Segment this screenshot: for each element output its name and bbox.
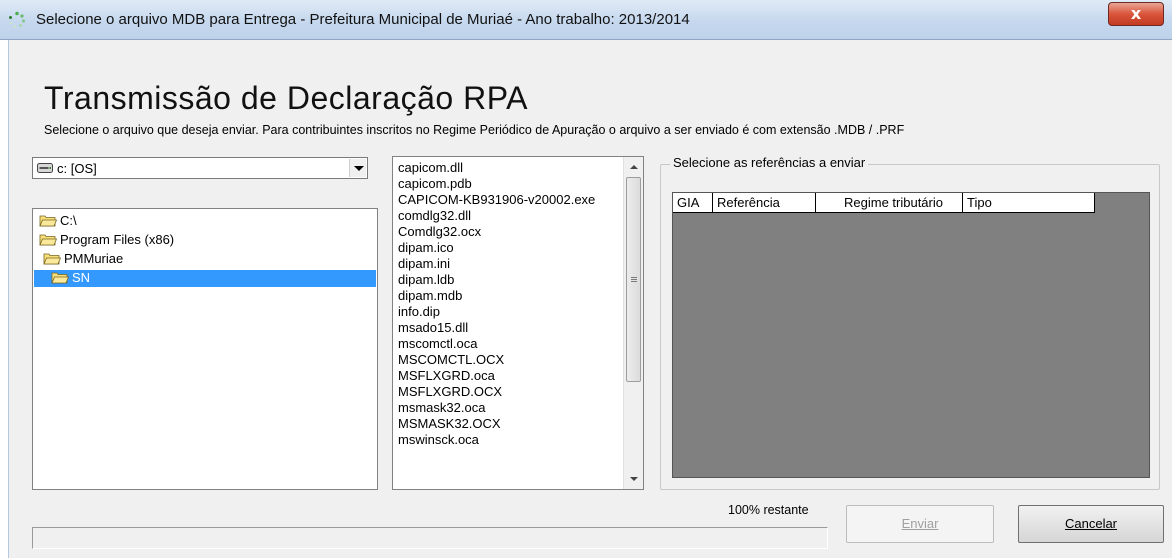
column-header-regime[interactable]: Regime tributário xyxy=(816,193,963,213)
directory-item-pmmuriae[interactable]: PMMuriae xyxy=(43,251,123,268)
file-item[interactable]: MSFLXGRD.OCX xyxy=(398,384,502,400)
column-header-referencia[interactable]: Referência xyxy=(713,193,816,213)
file-list[interactable]: capicom.dll capicom.pdb CAPICOM-KB931906… xyxy=(392,156,644,490)
file-item[interactable]: dipam.ico xyxy=(398,240,454,256)
cancel-button-label: Cancelar xyxy=(1064,516,1118,531)
directory-item-label: C:\ xyxy=(60,213,77,228)
file-item[interactable]: mswinsck.oca xyxy=(398,432,479,448)
scroll-up-icon[interactable] xyxy=(624,159,643,176)
directory-item-label: PMMuriae xyxy=(64,251,124,266)
file-list-scrollbar[interactable] xyxy=(623,157,643,489)
grip-line xyxy=(631,281,637,282)
references-grid[interactable]: GIA Referência Regime tributário Tipo xyxy=(672,192,1150,478)
file-item[interactable]: Comdlg32.ocx xyxy=(398,224,481,240)
file-item[interactable]: MSMASK32.OCX xyxy=(398,416,501,432)
app-loading-icon xyxy=(9,11,25,28)
file-item[interactable]: comdlg32.dll xyxy=(398,208,471,224)
file-item[interactable]: MSFLXGRD.oca xyxy=(398,368,495,384)
hard-drive-icon xyxy=(37,163,53,173)
open-folder-icon xyxy=(39,234,57,246)
drive-dropdown-button[interactable] xyxy=(349,159,366,177)
scroll-down-icon[interactable] xyxy=(624,470,643,487)
directory-item-root[interactable]: C:\ xyxy=(39,213,77,230)
directory-item-program-files[interactable]: Program Files (x86) xyxy=(39,232,174,249)
drive-select[interactable]: c: [OS] xyxy=(32,157,368,179)
page-title: Transmissão de Declaração RPA xyxy=(44,80,529,116)
open-folder-icon xyxy=(39,215,57,227)
close-button[interactable]: x xyxy=(1108,2,1164,26)
cancel-button[interactable]: Cancelar xyxy=(1018,505,1164,543)
open-folder-icon xyxy=(51,272,69,284)
open-folder-icon xyxy=(43,253,61,265)
file-item[interactable]: CAPICOM-KB931906-v20002.exe xyxy=(398,192,595,208)
file-item[interactable]: dipam.mdb xyxy=(398,288,462,304)
remaining-status: 100% restante xyxy=(728,503,809,517)
window-title: Selecione o arquivo MDB para Entrega - P… xyxy=(36,11,690,28)
grip-line xyxy=(631,279,637,280)
close-icon: x xyxy=(1130,4,1142,23)
column-header-tipo[interactable]: Tipo xyxy=(963,193,1095,213)
references-group-title: Selecione as referências a enviar xyxy=(670,155,869,170)
title-bar: Selecione o arquivo MDB para Entrega - P… xyxy=(0,0,1172,40)
directory-list[interactable]: C:\ Program Files (x86) PMMuriae SN xyxy=(32,208,378,490)
progress-bar xyxy=(32,527,828,549)
file-item[interactable]: msado15.dll xyxy=(398,320,468,336)
directory-item-sn[interactable]: SN xyxy=(34,270,376,287)
send-button-label: Enviar xyxy=(901,516,939,531)
file-item[interactable]: MSCOMCTL.OCX xyxy=(398,352,504,368)
send-button[interactable]: Enviar xyxy=(846,505,994,543)
drive-select-value: c: [OS] xyxy=(57,161,97,176)
directory-item-label: SN xyxy=(72,270,91,285)
file-item[interactable]: dipam.ldb xyxy=(398,272,454,288)
chevron-down-icon xyxy=(354,166,364,171)
grid-header: GIA Referência Regime tributário Tipo xyxy=(673,193,1095,213)
grip-line xyxy=(631,277,637,278)
file-item[interactable]: capicom.pdb xyxy=(398,176,472,192)
file-item[interactable]: info.dip xyxy=(398,304,440,320)
instructions-text: Selecione o arquivo que deseja enviar. P… xyxy=(44,123,905,137)
file-item[interactable]: msmask32.oca xyxy=(398,400,485,416)
file-item[interactable]: mscomctl.oca xyxy=(398,336,477,352)
column-header-gia[interactable]: GIA xyxy=(673,193,713,213)
file-item[interactable]: capicom.dll xyxy=(398,160,463,176)
scrollbar-thumb[interactable] xyxy=(626,177,641,382)
directory-item-label: Program Files (x86) xyxy=(60,232,175,247)
file-item[interactable]: dipam.ini xyxy=(398,256,450,272)
